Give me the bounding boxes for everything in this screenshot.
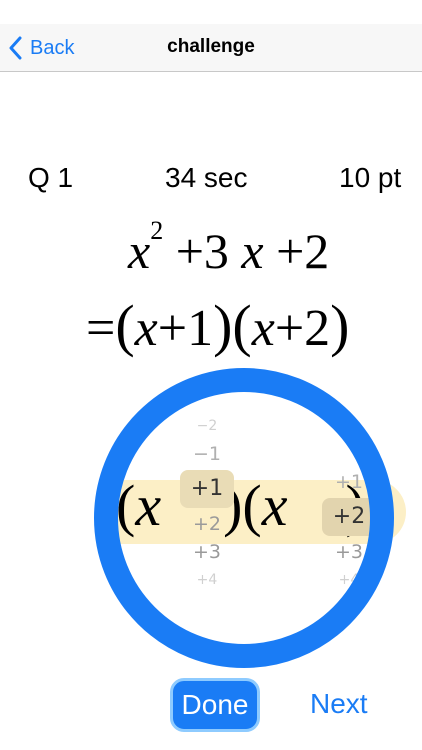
picker-option[interactable]: −2 bbox=[180, 412, 234, 440]
answer-left-paren: ( bbox=[116, 473, 136, 538]
answer-var: x bbox=[135, 473, 162, 538]
right-paren: ) bbox=[330, 293, 350, 358]
picker-option[interactable]: +4 bbox=[180, 566, 234, 594]
picker-option[interactable]: −1 bbox=[180, 440, 234, 468]
picker-option[interactable]: +2 bbox=[180, 510, 234, 538]
answer-var: x bbox=[261, 473, 288, 538]
picker-option[interactable]: +3 bbox=[180, 538, 234, 566]
factor-const: +1 bbox=[157, 300, 214, 357]
next-button[interactable]: Next bbox=[310, 688, 368, 720]
term-var2: x bbox=[241, 223, 264, 279]
constant-picker-2[interactable]: +1 +2 +3 +4 bbox=[322, 468, 376, 594]
factor-var: x bbox=[251, 300, 275, 357]
term-op1: +3 bbox=[175, 223, 229, 279]
picker-option[interactable]: +3 bbox=[322, 538, 376, 566]
page-title: challenge bbox=[167, 36, 255, 57]
factored-expression: =(x+1)(x+2) bbox=[86, 292, 349, 359]
picker-selected-value[interactable]: +2 bbox=[322, 498, 376, 536]
term-op2: +2 bbox=[276, 223, 330, 279]
term-exponent: 2 bbox=[150, 216, 164, 245]
picker-option[interactable]: +4 bbox=[322, 566, 376, 594]
points: 10 pt bbox=[339, 162, 402, 193]
factor-var: x bbox=[134, 300, 158, 357]
term-var: x bbox=[128, 223, 151, 279]
left-paren: ( bbox=[115, 293, 135, 358]
problem-expression: x2 +3 x +2 bbox=[128, 216, 330, 280]
picker-selected-value[interactable]: +1 bbox=[180, 470, 234, 508]
status-bar bbox=[0, 0, 422, 24]
answer-left-paren: ( bbox=[242, 473, 262, 538]
equals-sign: = bbox=[86, 300, 116, 357]
done-button[interactable]: Done bbox=[170, 678, 260, 732]
left-paren: ( bbox=[232, 293, 252, 358]
question-number: Q 1 bbox=[28, 162, 74, 193]
right-paren: ) bbox=[213, 293, 233, 358]
navigation-bar: Back challenge bbox=[0, 24, 422, 72]
timer: 34 sec bbox=[165, 162, 248, 193]
factor-const: +2 bbox=[274, 300, 331, 357]
picker-option[interactable]: +1 bbox=[322, 468, 376, 496]
constant-picker-1[interactable]: −2 −1 +1 +2 +3 +4 bbox=[180, 412, 234, 594]
